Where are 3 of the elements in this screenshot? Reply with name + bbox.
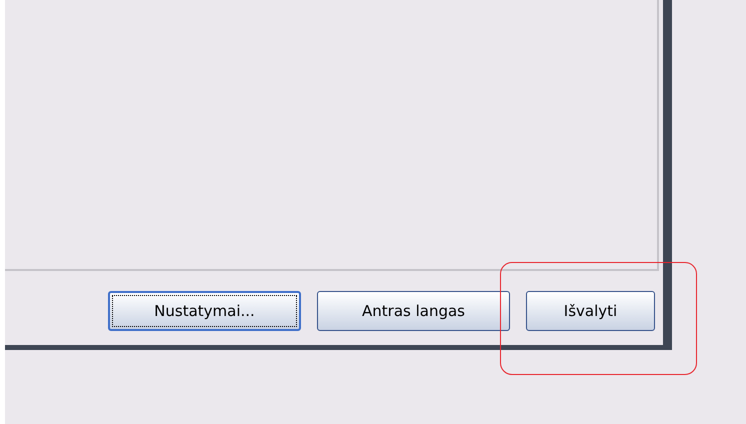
- dialog-button[interactable]: Išvalyti: [526, 291, 655, 331]
- dialog-button[interactable]: Nustatymai...: [108, 291, 301, 331]
- dialog-button[interactable]: Antras langas: [317, 291, 510, 331]
